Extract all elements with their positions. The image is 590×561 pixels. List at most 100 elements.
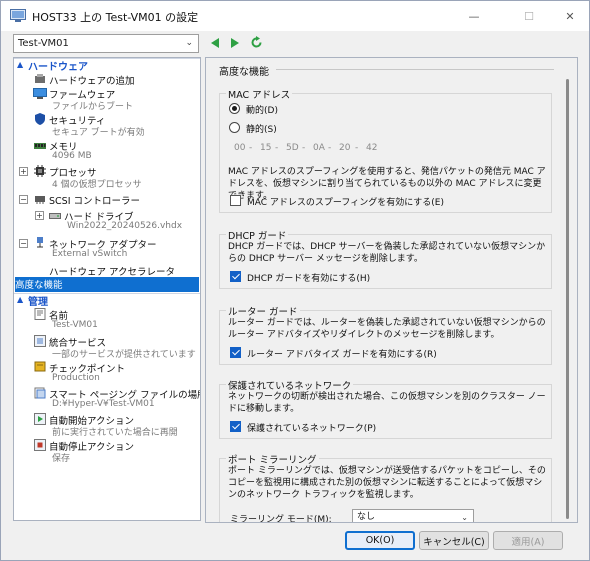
settings-window: HOST33 上の Test-VM01 の設定 — ☐ ✕ Test-VM01 … [0, 0, 590, 561]
tree-item-checkpoint[interactable]: チェックポイント Production [14, 360, 200, 386]
tree-item-hard-drive[interactable]: + ハード ドライブ Win2022_20240526.vhdx [14, 208, 200, 234]
mac-octet-5[interactable]: 20 [339, 143, 350, 153]
memory-icon [34, 143, 46, 149]
mirroring-mode-dropdown[interactable]: なし ⌄ [352, 509, 474, 522]
mac-separator: - [328, 143, 332, 153]
vm-selector-value: Test-VM01 [18, 38, 69, 49]
dhcp-guard-description: DHCP ガードでは、DHCP サーバーを偽装した承認されていない仮想マシンから… [228, 242, 546, 264]
vm-settings-icon [10, 9, 26, 22]
chevron-down-icon: ⌄ [185, 38, 193, 48]
mac-separator: - [275, 143, 279, 153]
tree-item-add-hardware[interactable]: ハードウェアの追加 [14, 72, 200, 87]
mac-separator: - [249, 143, 253, 153]
network-adapter-icon [37, 237, 43, 248]
tree-item-auto-start[interactable]: 自動開始アクション 前に実行されていた場合に再開 [14, 412, 200, 438]
mac-address-group: MAC アドレス 動的(D) 静的(S) 00 - 15 - 5D - 0A -… [219, 87, 552, 213]
collapse-minus-icon[interactable]: − [19, 239, 28, 248]
tree-item-security[interactable]: セキュリティ セキュア ブートが有効 [14, 112, 200, 138]
mac-separator: - [355, 143, 359, 153]
integration-services-icon [34, 335, 46, 347]
auto-stop-icon [34, 439, 46, 451]
smart-paging-icon [34, 387, 46, 399]
maximize-icon[interactable]: ☐ [506, 1, 552, 31]
tree-item-auto-stop[interactable]: 自動停止アクション 保存 [14, 438, 200, 464]
protected-network-group: 保護されているネットワーク ネットワークの切断が検出された場合、この仮想マシンを… [219, 378, 552, 439]
previous-arrow-icon[interactable] [209, 37, 221, 49]
router-guard-group: ルーター ガード ルーター ガードでは、ルーターを偽装した承認されていない仮想マ… [219, 304, 552, 365]
mac-octet-1[interactable]: 00 [234, 143, 245, 153]
chevron-down-icon: ⌄ [461, 513, 468, 522]
router-guard-title: ルーター ガード [226, 304, 300, 318]
collapse-caret-icon: ▲ [17, 295, 24, 304]
tree-item-memory[interactable]: メモリ 4096 MB [14, 138, 200, 164]
protected-network-label: 保護されているネットワーク(P) [247, 424, 377, 434]
mac-dynamic-radio[interactable] [229, 103, 240, 114]
tree-item-name[interactable]: 名前 Test-VM01 [14, 307, 200, 333]
tree-item-hardware-acceleration[interactable]: ハードウェア アクセラレータ [14, 263, 200, 278]
tree-item-processor[interactable]: + プロセッサ 4 個の仮想プロセッサ [14, 164, 200, 190]
mac-octet-3[interactable]: 5D [286, 143, 299, 153]
tree-item-firmware[interactable]: ファームウェア ファイルからブート [14, 86, 200, 112]
mac-spoofing-checkbox[interactable] [230, 195, 241, 206]
window-title: HOST33 上の Test-VM01 の設定 [32, 11, 199, 24]
mac-octet-6[interactable]: 42 [366, 143, 377, 153]
expand-plus-icon[interactable]: + [35, 211, 44, 220]
mac-separator: - [302, 143, 306, 153]
mirroring-mode-value: なし [357, 512, 376, 522]
protected-network-checkbox[interactable] [230, 421, 241, 432]
vm-selector-dropdown[interactable]: Test-VM01 ⌄ [13, 34, 199, 53]
vertical-scrollbar[interactable] [564, 67, 572, 519]
tree-item-advanced-features[interactable]: 高度な機能 [15, 277, 199, 292]
management-section-header[interactable]: ▲ 管理 [14, 293, 200, 308]
collapse-minus-icon[interactable]: − [19, 195, 28, 204]
expand-plus-icon[interactable]: + [19, 167, 28, 176]
scrollbar-thumb[interactable] [566, 79, 569, 519]
protected-network-title: 保護されているネットワーク [226, 378, 354, 392]
hard-drive-icon [49, 213, 61, 219]
router-guard-label: ルーター アドバタイズ ガードを有効にする(R) [247, 350, 437, 360]
tree-item-integration-services[interactable]: 統合サービス 一部のサービスが提供されています [14, 334, 200, 360]
hardware-section-header[interactable]: ▲ ハードウェア [14, 58, 200, 73]
refresh-icon[interactable] [250, 36, 263, 49]
add-hardware-icon [35, 74, 45, 83]
processor-icon [34, 165, 46, 177]
collapse-caret-icon: ▲ [17, 60, 24, 69]
firmware-icon [33, 88, 47, 99]
mac-dynamic-label: 動的(D) [246, 106, 278, 116]
mac-spoofing-label: MAC アドレスのスプーフィングを有効にする(E) [247, 198, 444, 208]
cancel-button[interactable]: キャンセル(C) [419, 531, 489, 550]
auto-start-icon [34, 413, 46, 425]
apply-button[interactable]: 適用(A) [493, 531, 563, 550]
dhcp-guard-title: DHCP ガード [226, 228, 289, 242]
router-guard-description: ルーター ガードでは、ルーターを偽装した承認されていない仮想マシンからのルーター… [228, 318, 546, 340]
settings-tree: ▲ ハードウェア ハードウェアの追加 ファームウェア ファイルからブート セキュ… [13, 57, 201, 521]
panel-heading: 高度な機能 [219, 67, 269, 78]
next-arrow-icon[interactable] [229, 37, 241, 49]
tree-item-smart-paging[interactable]: スマート ページング ファイルの場所 D:¥Hyper-V¥Test-VM01 [14, 386, 200, 412]
advanced-features-panel: 高度な機能 MAC アドレス 動的(D) 静的(S) 00 - 15 - 5D … [205, 57, 578, 523]
ok-button[interactable]: OK(O) [345, 531, 415, 550]
mac-octet-4[interactable]: 0A [313, 143, 325, 153]
mac-address-title: MAC アドレス [226, 87, 293, 101]
heading-divider [276, 69, 554, 70]
mac-octet-2[interactable]: 15 [260, 143, 271, 153]
mac-static-radio[interactable] [229, 122, 240, 133]
scsi-controller-icon [35, 196, 45, 204]
router-guard-checkbox[interactable] [230, 347, 241, 358]
protected-network-description: ネットワークの切断が検出された場合、この仮想マシンを別のクラスター ノードに移動… [228, 392, 546, 414]
tree-item-scsi-controller[interactable]: − SCSI コントローラー [14, 192, 200, 207]
dhcp-guard-checkbox[interactable] [230, 271, 241, 282]
dhcp-guard-group: DHCP ガード DHCP ガードでは、DHCP サーバーを偽装した承認されてい… [219, 228, 552, 289]
dhcp-guard-label: DHCP ガードを有効にする(H) [247, 274, 371, 284]
mirroring-mode-label: ミラーリング モード(M): [230, 515, 332, 523]
close-icon[interactable]: ✕ [547, 1, 590, 31]
mac-static-label: 静的(S) [246, 125, 277, 135]
tree-item-network-adapter[interactable]: − ネットワーク アダプター External vSwitch [14, 236, 200, 262]
minimize-icon[interactable]: — [451, 1, 497, 31]
title-bar: HOST33 上の Test-VM01 の設定 — ☐ ✕ [1, 1, 589, 31]
port-mirroring-description: ポート ミラーリングでは、仮想マシンが送受信するパケットをコピーし、そのコピーを… [228, 466, 546, 500]
checkpoint-icon [34, 361, 46, 372]
name-icon [34, 308, 46, 320]
port-mirroring-title: ポート ミラーリング [226, 452, 319, 466]
shield-icon [35, 113, 45, 125]
